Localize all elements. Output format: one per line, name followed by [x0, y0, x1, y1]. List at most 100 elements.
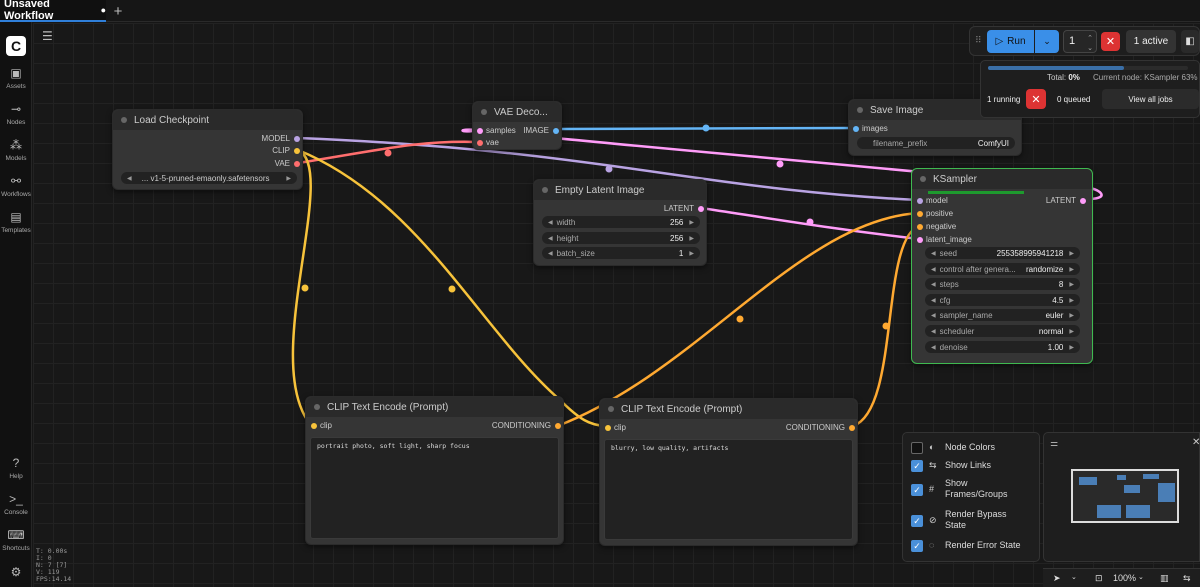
width-widget[interactable]: ◀ width 256 ▶: [542, 216, 700, 228]
option-render-error-state[interactable]: ✓ ◌ Render Error State: [911, 540, 1027, 552]
arrow-left-icon[interactable]: ◀: [931, 344, 936, 351]
zoom-level[interactable]: 100%: [1113, 573, 1136, 583]
socket-icon[interactable]: [555, 423, 561, 429]
sidebar-item-assets[interactable]: ▣ Assets: [0, 66, 32, 90]
checkbox[interactable]: ✓: [911, 515, 923, 527]
option-show-frames-groups[interactable]: ✓ # Show Frames/Groups: [911, 478, 1027, 500]
output-image[interactable]: IMAGE: [523, 125, 559, 137]
chevron-down-icon[interactable]: ⌄: [1138, 573, 1144, 581]
sidebar-item-workflows[interactable]: ⚯ Workflows: [0, 174, 32, 198]
view-all-jobs-button[interactable]: View all jobs: [1102, 89, 1199, 109]
output-model[interactable]: MODEL: [262, 133, 300, 145]
collapse-dot-icon[interactable]: [121, 117, 127, 123]
minimap-viewport[interactable]: [1071, 469, 1179, 523]
arrow-right-icon[interactable]: ▶: [1069, 344, 1074, 351]
cancel-run-button[interactable]: ✕: [1101, 32, 1120, 51]
comfy-logo-icon[interactable]: C: [6, 36, 26, 56]
arrow-left-icon[interactable]: ◀: [931, 297, 936, 304]
node-empty-latent-image[interactable]: Empty Latent Image LATENT ◀ width 256 ▶ …: [533, 179, 707, 266]
batch-size-widget[interactable]: ◀ batch_size 1 ▶: [542, 247, 700, 259]
node-title[interactable]: Load Checkpoint: [113, 110, 302, 130]
checkbox[interactable]: ✓: [911, 540, 923, 552]
socket-icon[interactable]: [311, 423, 317, 429]
chevron-down-icon[interactable]: ⌄: [1071, 573, 1077, 581]
socket-icon[interactable]: [917, 237, 923, 243]
arrow-right-icon[interactable]: ▶: [1069, 312, 1074, 319]
arrow-right-icon[interactable]: ▶: [689, 219, 694, 226]
node-clip-text-encode-negative[interactable]: CLIP Text Encode (Prompt) clip CONDITION…: [599, 398, 858, 546]
socket-icon[interactable]: [294, 136, 300, 142]
socket-icon[interactable]: [294, 161, 300, 167]
arrow-left-icon[interactable]: ◀: [127, 175, 132, 182]
output-latent[interactable]: LATENT: [1046, 195, 1086, 207]
collapse-dot-icon[interactable]: [920, 176, 926, 182]
sidebar-item-templates[interactable]: ▤ Templates: [0, 210, 32, 234]
arrow-left-icon[interactable]: ◀: [931, 250, 936, 257]
arrow-right-icon[interactable]: ▶: [286, 175, 291, 182]
input-model[interactable]: model: [917, 195, 948, 207]
sliders-icon[interactable]: ⚌: [1050, 438, 1058, 449]
sidebar-item-shortcuts[interactable]: ⌨ Shortcuts: [0, 528, 32, 552]
pointer-icon[interactable]: ➤: [1053, 573, 1061, 584]
arrow-right-icon[interactable]: ▶: [689, 235, 694, 242]
output-clip[interactable]: CLIP: [272, 145, 300, 157]
arrow-left-icon[interactable]: ◀: [548, 219, 553, 226]
sampler-name-widget[interactable]: ◀ sampler_name euler ▶: [925, 309, 1080, 321]
arrow-right-icon[interactable]: ▶: [1069, 328, 1074, 335]
settings-gear-icon[interactable]: ⚙: [0, 565, 32, 579]
output-vae[interactable]: VAE: [275, 158, 300, 170]
socket-icon[interactable]: [605, 425, 611, 431]
close-icon[interactable]: ✕: [1192, 437, 1200, 448]
filename-prefix-field[interactable]: filename_prefix ComfyUI: [857, 137, 1015, 149]
panel-toggle-icon[interactable]: ◧: [1181, 30, 1199, 53]
node-load-checkpoint[interactable]: Load Checkpoint MODEL CLIP VAE ◀ ... v1-…: [112, 109, 303, 190]
socket-icon[interactable]: [477, 140, 483, 146]
socket-icon[interactable]: [1080, 198, 1086, 204]
node-ksampler[interactable]: KSampler model positive negative latent_…: [911, 168, 1093, 364]
node-title[interactable]: Empty Latent Image: [534, 180, 706, 200]
collapse-dot-icon[interactable]: [542, 187, 548, 193]
socket-icon[interactable]: [553, 128, 559, 134]
prompt-textarea[interactable]: portrait photo, soft light, sharp focus: [310, 437, 559, 539]
link-visibility-icon[interactable]: ⇆: [1183, 573, 1191, 584]
arrow-right-icon[interactable]: ▶: [1069, 250, 1074, 257]
arrow-right-icon[interactable]: ▶: [1069, 281, 1074, 288]
socket-icon[interactable]: [477, 128, 483, 134]
socket-icon[interactable]: [853, 126, 859, 132]
input-positive[interactable]: positive: [917, 208, 953, 220]
option-node-colors[interactable]: ◐ Node Colors: [911, 442, 1027, 454]
arrow-right-icon[interactable]: ▶: [1069, 266, 1074, 273]
node-vae-decode[interactable]: VAE Deco... samples vae IMAGE: [472, 101, 562, 150]
map-icon[interactable]: ▥: [1160, 573, 1169, 584]
minimap[interactable]: ⚌ ✕: [1043, 432, 1200, 562]
arrow-right-icon[interactable]: ▶: [1069, 297, 1074, 304]
socket-icon[interactable]: [917, 198, 923, 204]
input-clip[interactable]: clip: [311, 420, 332, 432]
node-title[interactable]: CLIP Text Encode (Prompt): [306, 397, 563, 417]
arrow-left-icon[interactable]: ◀: [548, 235, 553, 242]
arrow-left-icon[interactable]: ◀: [931, 328, 936, 335]
steps-widget[interactable]: ◀ steps 8 ▶: [925, 278, 1080, 290]
seed-widget[interactable]: ◀ seed 255358995941218 ▶: [925, 247, 1080, 259]
sidebar-item-models[interactable]: ⁂ Models: [0, 138, 32, 162]
input-latent-image[interactable]: latent_image: [917, 234, 972, 246]
scheduler-widget[interactable]: ◀ scheduler normal ▶: [925, 325, 1080, 337]
checkbox[interactable]: ✓: [911, 460, 923, 472]
arrow-left-icon[interactable]: ◀: [548, 250, 553, 257]
collapse-dot-icon[interactable]: [481, 109, 487, 115]
hamburger-menu-icon[interactable]: ☰: [42, 29, 53, 43]
node-title[interactable]: VAE Deco...: [473, 102, 561, 122]
checkbox[interactable]: [911, 442, 923, 454]
control-after-generate-widget[interactable]: ◀ control after genera... randomize ▶: [925, 263, 1080, 275]
arrow-left-icon[interactable]: ◀: [931, 312, 936, 319]
output-latent[interactable]: LATENT: [664, 203, 704, 215]
sidebar-item-help[interactable]: ? Help: [0, 456, 32, 480]
option-show-links[interactable]: ✓ ⇆ Show Links: [911, 460, 1027, 472]
tab-workflow[interactable]: Unsaved Workflow ●: [0, 0, 106, 22]
output-conditioning[interactable]: CONDITIONING: [786, 422, 855, 434]
cancel-running-button[interactable]: ✕: [1026, 89, 1046, 109]
option-render-bypass-state[interactable]: ✓ ⊘ Render Bypass State: [911, 509, 1027, 531]
arrow-right-icon[interactable]: ▶: [689, 250, 694, 257]
socket-icon[interactable]: [294, 148, 300, 154]
ckpt-name-combo[interactable]: ◀ ... v1-5-pruned-emaonly.safetensors ▶: [121, 172, 297, 184]
